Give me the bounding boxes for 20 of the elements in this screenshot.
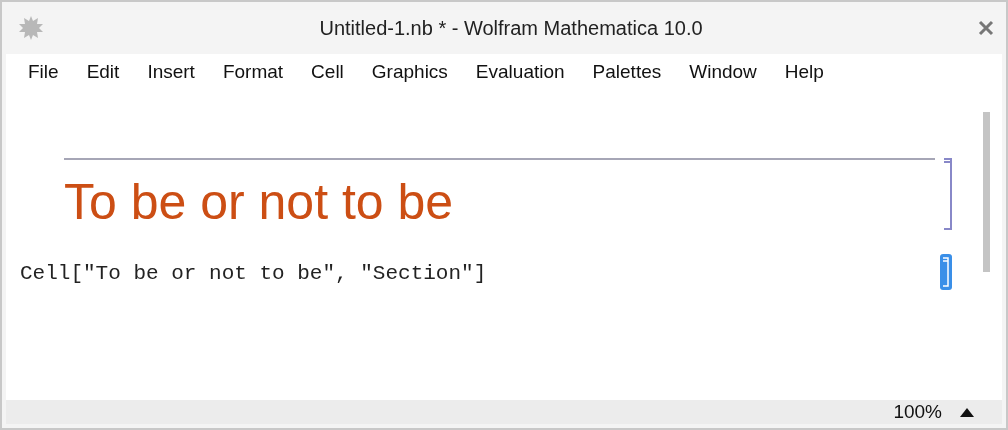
menu-item[interactable]: Help: [784, 61, 824, 83]
menu-item[interactable]: Window: [689, 61, 757, 83]
menu-item[interactable]: Edit: [86, 61, 120, 83]
section-heading: To be or not to be: [64, 173, 455, 232]
menu-item[interactable]: File: [28, 61, 59, 83]
cell-bracket[interactable]: [943, 158, 953, 230]
cell-bracket[interactable]: [939, 254, 953, 290]
menu-item[interactable]: Insert: [147, 61, 195, 83]
menu-item[interactable]: Graphics: [371, 61, 448, 83]
up-triangle-icon[interactable]: [960, 407, 974, 417]
cell-expression: Cell["To be or not to be", "Section"]: [20, 261, 488, 285]
window-title: Untitled-1.nb * - Wolfram Mathematica 10.0: [318, 16, 704, 40]
scrollbar-thumb[interactable]: [983, 112, 990, 272]
zoom-level[interactable]: 100%: [893, 401, 942, 423]
menu-item[interactable]: Palettes: [592, 61, 662, 83]
menu-item[interactable]: Cell: [311, 61, 344, 83]
menu-item[interactable]: Format: [222, 61, 284, 83]
gear-icon[interactable]: [18, 15, 44, 41]
menu-item[interactable]: Evaluation: [475, 61, 565, 83]
close-icon[interactable]: [978, 20, 994, 36]
